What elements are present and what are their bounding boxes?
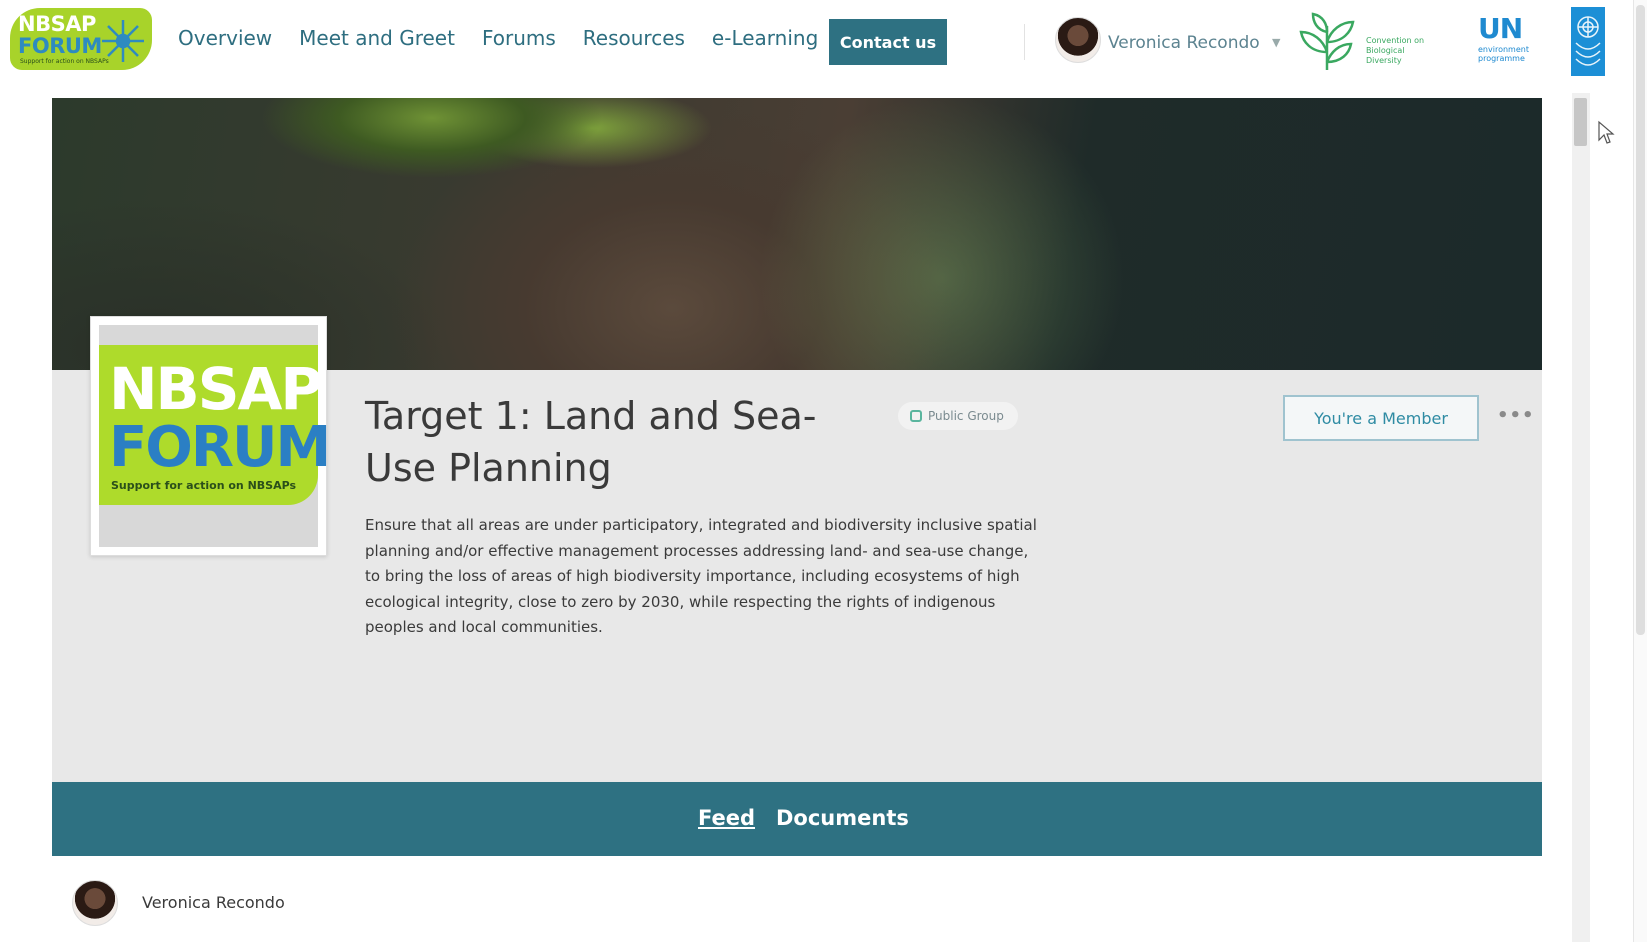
user-menu-name[interactable]: Veronica Recondo (1108, 33, 1260, 53)
group-page: NBSAP FORUM Support for action on NBSAPs… (52, 98, 1542, 942)
tab-feed[interactable]: Feed (698, 806, 755, 830)
group-avatar[interactable]: NBSAP FORUM Support for action on NBSAPs (90, 316, 331, 556)
cbd-logo-text: Convention on Biological Diversity (1366, 36, 1425, 65)
chevron-down-icon[interactable]: ▼ (1272, 36, 1280, 49)
contact-us-button[interactable]: Contact us (829, 19, 947, 65)
content-scrollbar-track[interactable] (1572, 93, 1590, 942)
feed-author-name[interactable]: Veronica Recondo (142, 893, 285, 912)
flower-icon (102, 20, 144, 62)
group-description: Ensure that all areas are under particip… (365, 516, 1037, 636)
feed-author-avatar[interactable] (72, 880, 118, 926)
unep-logo-text: environment programme (1478, 45, 1529, 63)
logo-tagline: Support for action on NBSAPs (20, 58, 109, 65)
window-scrollbar-thumb[interactable] (1636, 5, 1645, 635)
cbd-leaf-logo[interactable] (1297, 12, 1357, 72)
public-group-badge: Public Group (898, 402, 1018, 430)
nav-e-learning[interactable]: e-Learning (712, 26, 818, 50)
more-options-icon[interactable]: ••• (1497, 405, 1535, 426)
unep-logo[interactable]: UN environment programme (1478, 12, 1560, 72)
group-avatar-line1: NBSAP (109, 355, 323, 423)
logo-line2: FORUM (18, 34, 102, 58)
user-avatar[interactable] (1055, 17, 1101, 63)
nbsap-forum-logo[interactable]: NBSAP FORUM Support for action on NBSAPs (10, 8, 152, 70)
content-scrollbar-thumb[interactable] (1574, 98, 1587, 146)
nav-meet-and-greet[interactable]: Meet and Greet (299, 26, 455, 50)
nav-forums[interactable]: Forums (482, 26, 556, 50)
tab-documents[interactable]: Documents (776, 806, 909, 830)
group-avatar-tagline: Support for action on NBSAPs (111, 479, 297, 492)
mouse-cursor-icon (1598, 120, 1615, 144)
public-group-label: Public Group (928, 409, 1004, 423)
nav-resources[interactable]: Resources (583, 26, 685, 50)
un-emblem-icon (1571, 7, 1605, 76)
group-tabs: Feed Documents (52, 782, 1542, 856)
main-nav: Overview Meet and Greet Forums Resources… (178, 26, 845, 50)
nav-divider (1024, 24, 1025, 60)
group-avatar-line2: FORUM (109, 415, 331, 480)
unep-logo-un: UN (1478, 12, 1523, 45)
nav-overview[interactable]: Overview (178, 26, 272, 50)
group-title: Target 1: Land and Sea-Use Planning (365, 394, 817, 490)
lock-icon (910, 410, 922, 422)
top-navigation-bar: NBSAP FORUM Support for action on NBSAPs… (0, 0, 1647, 84)
member-status-button[interactable]: You're a Member (1283, 395, 1479, 441)
logo-line1: NBSAP (18, 12, 96, 36)
